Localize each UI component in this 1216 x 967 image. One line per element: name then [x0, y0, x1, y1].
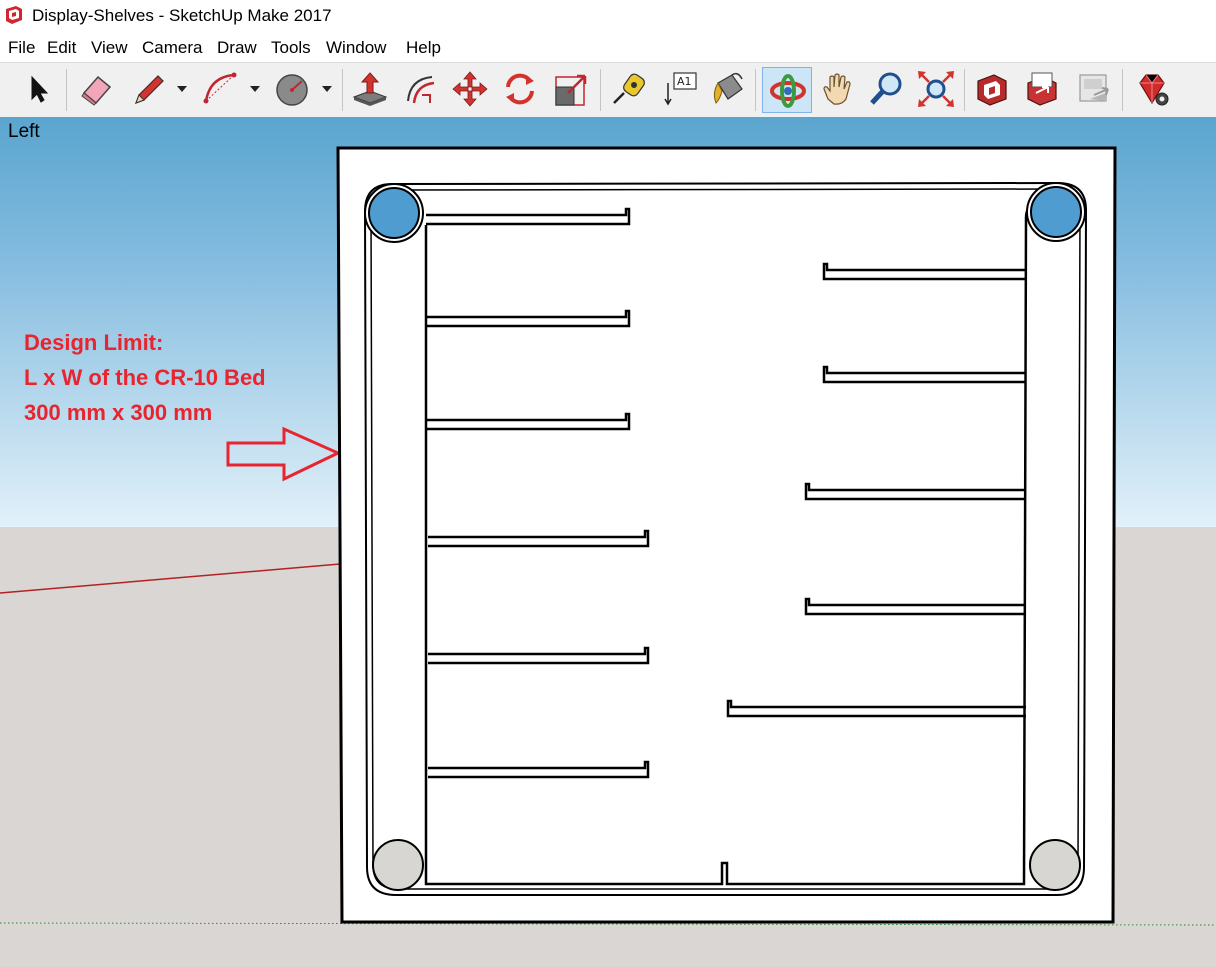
- hand-icon: [823, 73, 851, 105]
- menu-file[interactable]: File: [8, 38, 35, 58]
- tape-measure-icon: [613, 73, 645, 104]
- text-tool-label: A1: [677, 75, 692, 88]
- tape-measure-tool[interactable]: [608, 69, 648, 109]
- push-pull-tool[interactable]: [350, 69, 390, 109]
- warehouse-icon: [977, 74, 1007, 106]
- text-tool[interactable]: A1: [660, 69, 700, 109]
- toolbar-separator: [600, 69, 601, 111]
- offset-tool[interactable]: [400, 69, 440, 109]
- paint-bucket-icon: [713, 72, 743, 104]
- menu-camera[interactable]: Camera: [142, 38, 202, 58]
- zoom-tool[interactable]: [866, 69, 906, 109]
- toolbar-separator: [1122, 69, 1123, 111]
- annotation-line-3: 300 mm x 300 mm: [24, 400, 213, 425]
- zoom-extents-tool[interactable]: [916, 69, 956, 109]
- extension-warehouse-tool[interactable]: [1132, 69, 1172, 109]
- 3d-warehouse-tool[interactable]: [972, 69, 1012, 109]
- eraser-icon: [81, 75, 112, 106]
- share-model-tool[interactable]: [1022, 69, 1062, 109]
- ruby-gem-icon: [1139, 74, 1169, 106]
- line-tool[interactable]: [128, 69, 168, 109]
- magnifier-icon: [870, 72, 902, 105]
- sketchup-icon: [6, 6, 22, 24]
- menu-help[interactable]: Help: [406, 38, 441, 58]
- share-component-tool[interactable]: [1074, 69, 1114, 109]
- text-label-icon: A1: [664, 72, 697, 106]
- menu-draw[interactable]: Draw: [217, 38, 257, 58]
- arc-tool[interactable]: [200, 69, 240, 109]
- eraser-tool[interactable]: [76, 69, 116, 109]
- share-model-icon: [1027, 72, 1057, 106]
- annotation-line-1: Design Limit:: [24, 330, 164, 355]
- design-limit-annotation: Design Limit: L x W of the CR-10 Bed 300…: [24, 325, 266, 430]
- menu-tools[interactable]: Tools: [271, 38, 311, 58]
- arrow-cursor-icon: [31, 75, 49, 103]
- orbit-tool[interactable]: [762, 67, 812, 113]
- offset-icon: [407, 76, 435, 104]
- line-tool-dropdown-icon[interactable]: [176, 83, 188, 95]
- annotation-line-2: L x W of the CR-10 Bed: [24, 365, 266, 390]
- pencil-icon: [134, 75, 164, 105]
- large-tool-set-toolbar: A1: [0, 62, 1216, 118]
- menu-window[interactable]: Window: [326, 38, 386, 58]
- menu-bar: File Edit View Camera Draw Tools Window …: [0, 36, 1216, 60]
- move-icon: [452, 71, 488, 107]
- rotate-icon: [506, 73, 534, 105]
- title-bar: Display-Shelves - SketchUp Make 2017: [0, 0, 1216, 34]
- toolbar-separator: [66, 69, 67, 111]
- shape-tool[interactable]: [272, 69, 312, 109]
- share-component-icon: [1079, 74, 1109, 102]
- toolbar-separator: [964, 69, 965, 111]
- rotate-tool[interactable]: [500, 69, 540, 109]
- toolbar-separator: [755, 69, 756, 111]
- scale-icon: [555, 74, 587, 106]
- arc-icon: [203, 72, 237, 104]
- pan-tool[interactable]: [818, 69, 858, 109]
- paint-bucket-tool[interactable]: [708, 69, 748, 109]
- orbit-icon: [770, 74, 806, 108]
- shape-tool-dropdown-icon[interactable]: [321, 83, 333, 95]
- scale-tool[interactable]: [552, 69, 592, 109]
- arc-tool-dropdown-icon[interactable]: [249, 83, 261, 95]
- red-arrow-annotation: [226, 426, 342, 482]
- zoom-extents-icon: [918, 71, 954, 107]
- circle-icon: [276, 74, 308, 106]
- window-title: Display-Shelves - SketchUp Make 2017: [32, 6, 332, 25]
- print-bed-outline: [336, 146, 1117, 924]
- red-axis-line: [0, 563, 341, 594]
- toolbar-separator: [342, 69, 343, 111]
- menu-view[interactable]: View: [91, 38, 128, 58]
- push-pull-icon: [352, 72, 388, 106]
- menu-edit[interactable]: Edit: [47, 38, 76, 58]
- modeling-viewport[interactable]: Left Design Limit: L x W of the CR-10 Be…: [0, 117, 1216, 967]
- move-tool[interactable]: [450, 69, 490, 109]
- select-tool[interactable]: [18, 69, 58, 109]
- model-canvas[interactable]: [0, 117, 1216, 967]
